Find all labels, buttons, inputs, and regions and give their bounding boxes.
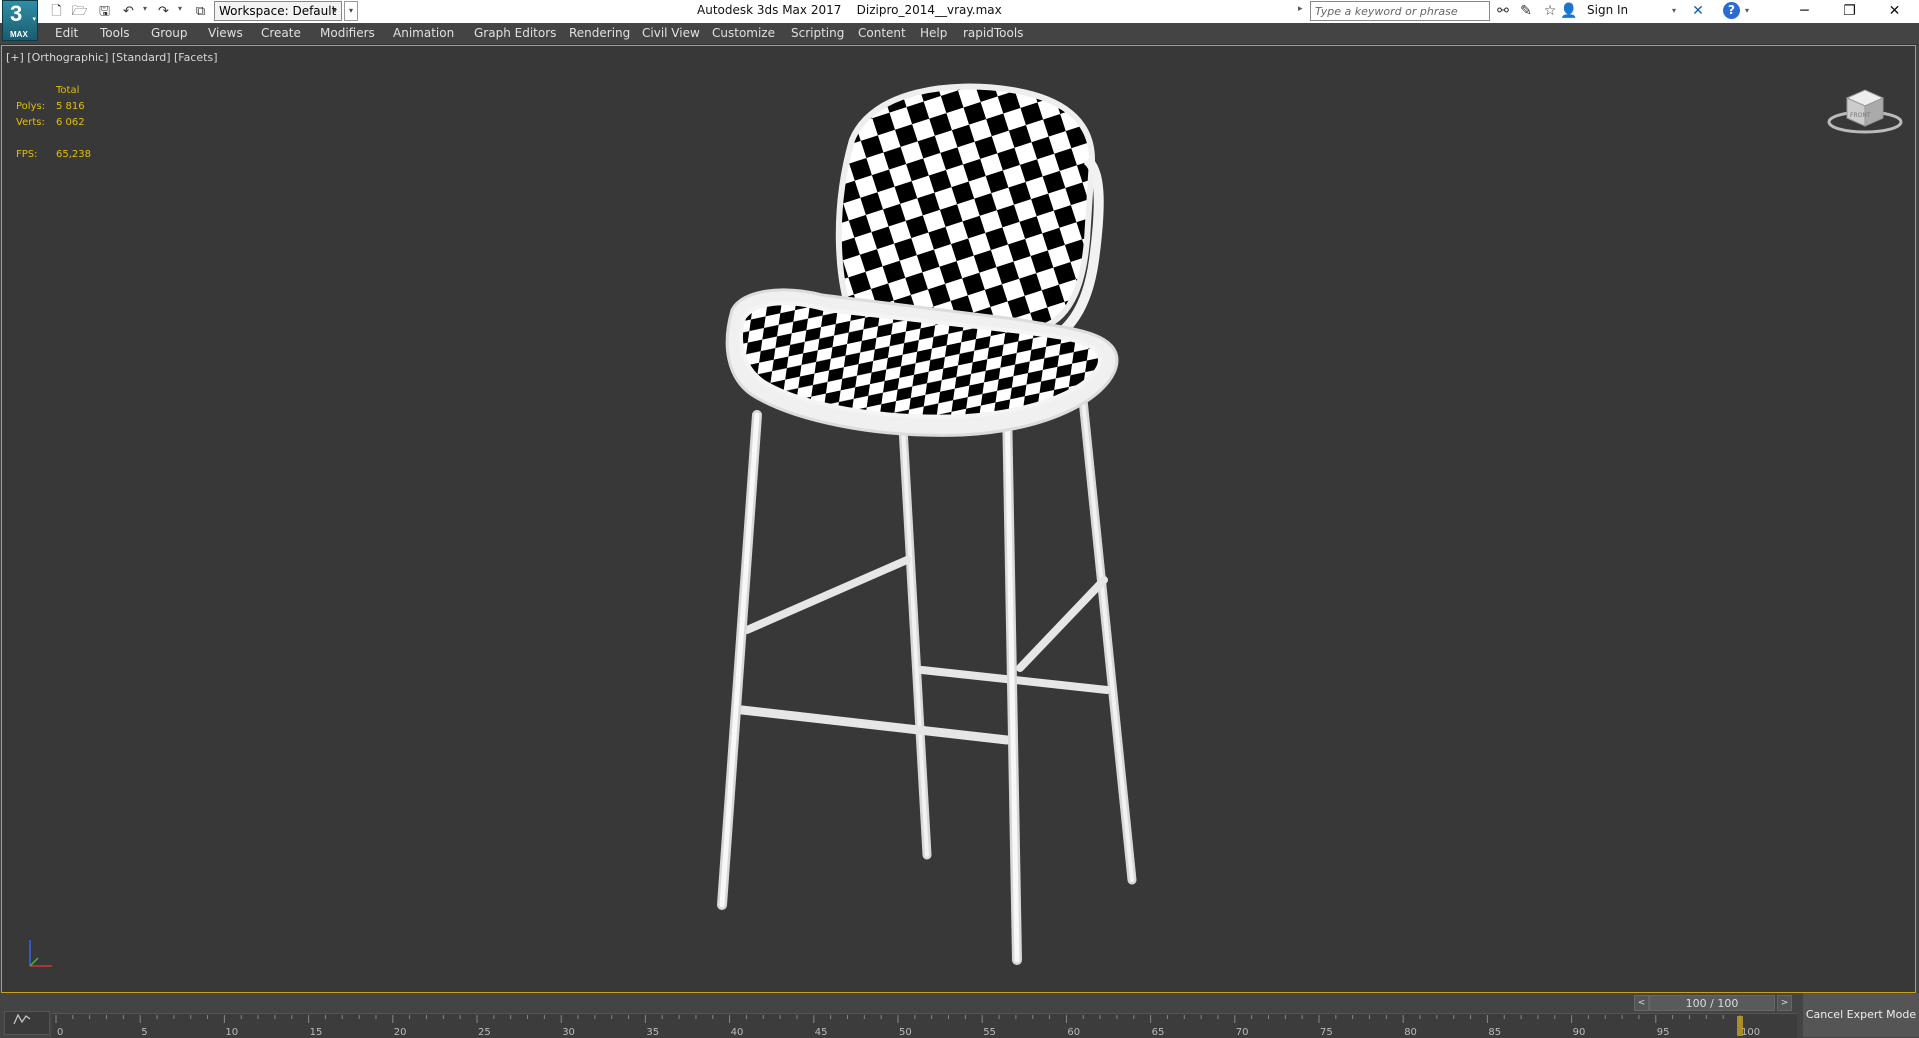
track-bar-label: 25 [478,1027,491,1038]
workspace-select[interactable]: Workspace: Default ▾ [214,1,342,21]
search-input[interactable] [1310,1,1490,21]
tools-icon[interactable]: ✎ [1517,2,1535,20]
save-icon[interactable]: 🖫 [96,3,113,20]
workspace-label: Workspace: Default [219,4,337,18]
chevron-down-icon[interactable]: ▾ [1672,6,1676,15]
polys-label: Polys: [16,101,46,112]
redo-dropdown-icon[interactable]: ▾ [178,4,182,13]
track-bar-label: 70 [1236,1027,1249,1038]
quick-access-customize-button[interactable]: ▾ [344,1,358,21]
viewcube-icon[interactable]: FRONT [1825,80,1905,140]
undo-icon[interactable]: ↶ [120,3,137,20]
window-title: Autodesk 3ds Max 2017 Dizipro_2014__vray… [697,3,1002,17]
project-folder-icon[interactable]: ⧉ [192,3,209,20]
undo-dropdown-icon[interactable]: ▾ [143,4,147,13]
track-bar-label: 10 [225,1027,238,1038]
binoculars-icon[interactable]: ⚯ [1494,2,1512,20]
track-bar-label: 95 [1657,1027,1670,1038]
chevron-down-icon: ▾ [332,6,337,15]
track-bar-label: 0 [57,1027,63,1038]
track-bar-label: 45 [815,1027,828,1038]
app-logo-number: 3 [10,1,23,26]
minimize-button[interactable]: ─ [1782,0,1827,23]
time-slider-thumb[interactable]: 100 / 100 [1649,995,1775,1011]
track-bar-label: 15 [310,1027,323,1038]
chevron-down-icon[interactable]: ▾ [1745,6,1749,15]
mini-curve-editor-button[interactable] [4,1011,50,1035]
app-logo-text: MAX [10,30,28,39]
track-bar-label: 85 [1488,1027,1501,1038]
menu-scripting[interactable]: Scripting [791,26,844,40]
time-slider-next-button[interactable]: > [1777,995,1792,1011]
autodesk-exchange-icon[interactable]: ✕ [1689,2,1707,20]
track-bar-label: 20 [394,1027,407,1038]
close-button[interactable]: ✕ [1872,0,1917,23]
time-slider-prev-button[interactable]: < [1634,995,1649,1011]
track-bar-label: 100 [1741,1027,1760,1038]
sign-in-button[interactable]: Sign In [1587,3,1628,17]
track-bar-label: 50 [899,1027,912,1038]
track-bar-label: 75 [1320,1027,1333,1038]
menu-modifiers[interactable]: Modifiers [320,26,375,40]
search-expand-icon[interactable]: ▸ [1298,4,1303,14]
track-bar-label: 60 [1067,1027,1080,1038]
fps-label: FPS: [16,149,38,160]
viewcube-face-label: FRONT [1850,112,1871,119]
user-icon: 👤 [1560,3,1578,19]
chevron-down-icon: ▾ [32,15,36,23]
time-slider-bar: < 100 / 100 > 0 5 10 15 20 25 30 35 40 45 50 55 60 65… [0,993,1919,1038]
menu-rapidtools[interactable]: rapidTools [963,26,1023,40]
menu-views[interactable]: Views [208,26,243,40]
menu-graph-editors[interactable]: Graph Editors [474,26,556,40]
curve-editor-icon [13,1013,31,1025]
stats-header: Total [56,85,80,96]
help-icon[interactable]: ? [1723,2,1740,19]
menu-animation[interactable]: Animation [393,26,454,40]
track-bar-label: 5 [141,1027,147,1038]
track-bar-label: 65 [1152,1027,1165,1038]
track-bar-label: 40 [731,1027,744,1038]
open-file-icon[interactable]: 🗁 [71,3,88,20]
redo-icon[interactable]: ↷ [155,3,172,20]
fps-value: 65,238 [56,149,91,160]
restore-button[interactable]: ❐ [1827,0,1872,23]
viewport-label-menu[interactable]: [+] [Orthographic] [Standard] [Facets] [6,51,218,64]
verts-label: Verts: [16,117,45,128]
track-bar[interactable]: 0 5 10 15 20 25 30 35 40 45 50 55 60 65 70 75 80 85 90 95 10… [52,1013,1797,1038]
application-button[interactable]: 3 MAX ▾ [2,0,38,41]
current-frame-marker[interactable] [1737,1016,1743,1036]
menu-group[interactable]: Group [151,26,188,40]
star-icon[interactable]: ☆ [1541,2,1559,20]
verts-value: 6 062 [56,117,85,128]
track-bar-label: 55 [983,1027,996,1038]
chair-model-render[interactable] [702,60,1182,980]
menu-customize[interactable]: Customize [712,26,775,40]
menu-bar: Edit Tools Group Views Create Modifiers … [0,23,1919,45]
title-bar: 3 MAX ▾ 🗋 🗁 🖫 ↶ ▾ ↷ ▾ ⧉ Workspace: Defau… [0,0,1919,41]
perspective-viewport[interactable]: [+] [Orthographic] [Standard] [Facets] T… [1,45,1916,993]
track-bar-label: 90 [1573,1027,1586,1038]
track-bar-label: 30 [562,1027,575,1038]
menu-help[interactable]: Help [920,26,947,40]
menu-create[interactable]: Create [261,26,301,40]
menu-civil-view[interactable]: Civil View [642,26,700,40]
menu-edit[interactable]: Edit [55,26,78,40]
menu-content[interactable]: Content [858,26,906,40]
new-file-icon[interactable]: 🗋 [48,3,65,20]
track-bar-label: 35 [646,1027,659,1038]
menu-rendering[interactable]: Rendering [569,26,630,40]
axis-tripod-icon [29,940,52,967]
menu-tools[interactable]: Tools [100,26,130,40]
track-bar-label: 80 [1404,1027,1417,1038]
polys-value: 5 816 [56,101,85,112]
cancel-expert-mode-button[interactable]: Cancel Expert Mode [1803,993,1919,1037]
